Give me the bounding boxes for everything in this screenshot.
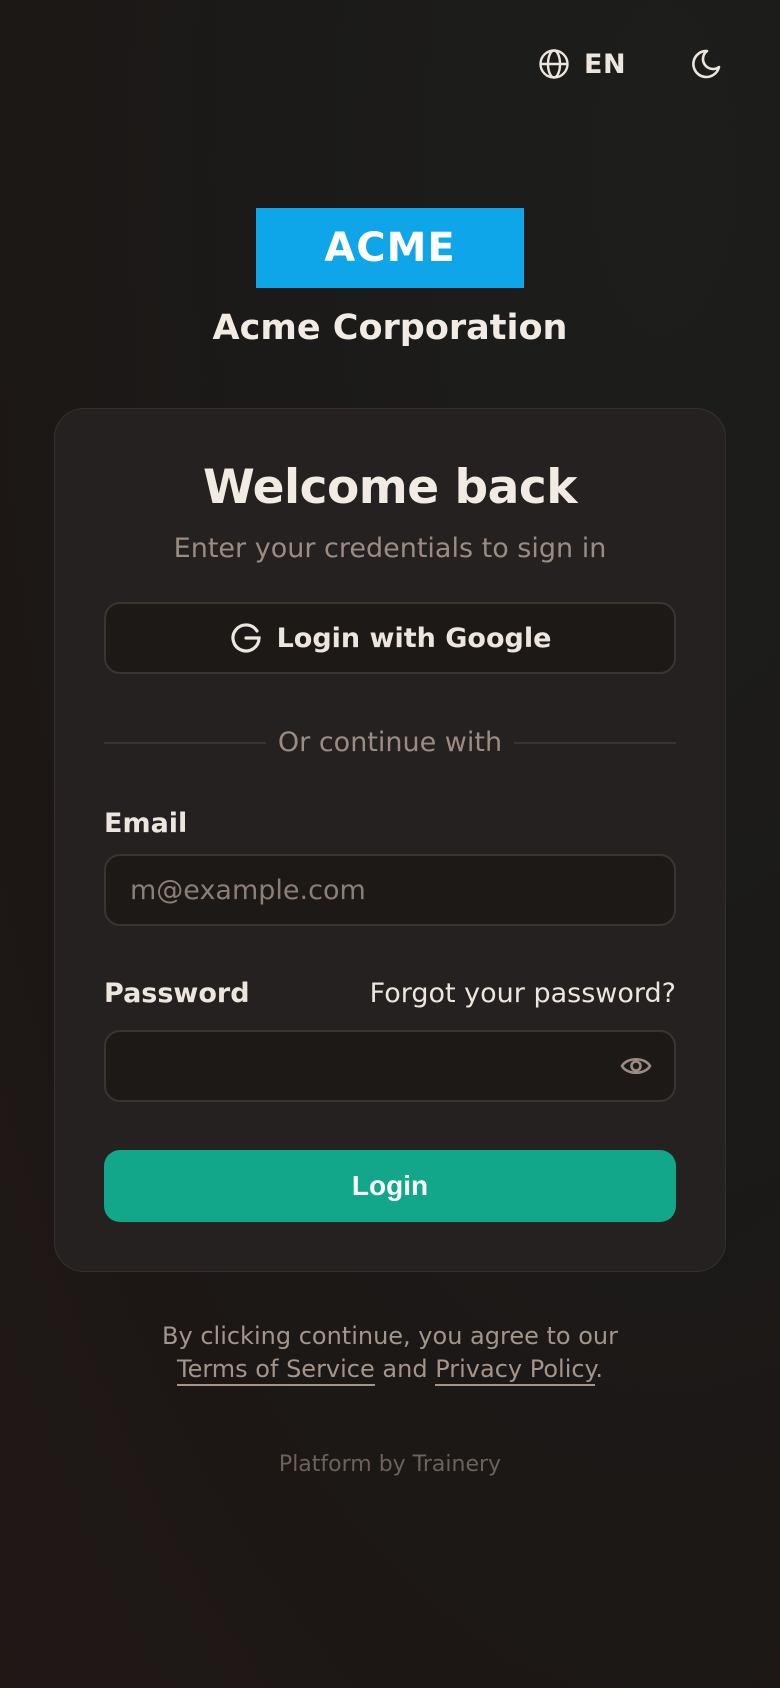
email-input[interactable]	[104, 854, 676, 926]
google-icon	[231, 623, 261, 653]
forgot-password-link[interactable]: Forgot your password?	[370, 978, 676, 1009]
legal-prefix: By clicking continue, you agree to our	[162, 1322, 618, 1350]
login-button-label: Login	[351, 1170, 429, 1201]
google-login-label: Login with Google	[276, 622, 552, 654]
language-selector[interactable]: EN	[538, 44, 626, 84]
platform-credit: Platform by Trainery	[278, 1452, 502, 1477]
organization-name: Acme Corporation	[212, 308, 568, 348]
eye-icon[interactable]	[619, 1050, 653, 1082]
terms-link[interactable]: Terms of Service	[177, 1355, 375, 1386]
company-logo: ACME	[256, 208, 524, 288]
divider: Or continue with	[104, 722, 676, 762]
legal-notice: By clicking continue, you agree to our T…	[0, 1320, 780, 1386]
card-title: Welcome back	[203, 460, 578, 515]
password-label: Password	[104, 978, 250, 1009]
logo-text: ACME	[324, 225, 456, 271]
card-subtitle: Enter your credentials to sign in	[173, 533, 607, 564]
google-login-button[interactable]: Login with Google	[104, 602, 676, 674]
email-label: Email	[104, 808, 188, 839]
privacy-link[interactable]: Privacy Policy	[435, 1355, 596, 1386]
globe-icon	[539, 49, 569, 79]
divider-line-right	[514, 742, 676, 744]
language-code: EN	[584, 48, 627, 80]
legal-period: .	[595, 1355, 603, 1383]
login-button[interactable]: Login	[104, 1150, 676, 1222]
moon-icon[interactable]	[689, 47, 723, 81]
legal-and: and	[382, 1355, 428, 1383]
password-input[interactable]	[104, 1030, 676, 1102]
top-bar: EN	[0, 44, 780, 84]
